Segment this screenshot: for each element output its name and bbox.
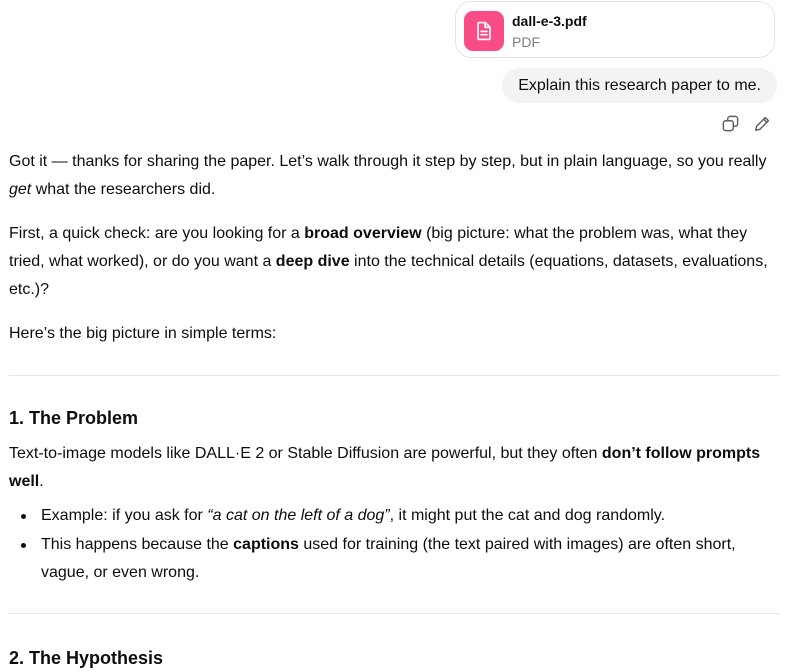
quick-check-paragraph: First, a quick check: are you looking fo… — [9, 225, 768, 298]
section-divider — [9, 375, 779, 376]
bold-broad-overview: broad overview — [304, 225, 422, 242]
list-item: This happens because the captions used f… — [21, 531, 779, 587]
problem-paragraph: Text-to-image models like DALL·E 2 or St… — [9, 445, 761, 490]
attachment-card[interactable]: dall-e-3.pdf PDF — [455, 1, 775, 58]
user-message-bubble: Explain this research paper to me. — [502, 68, 777, 103]
list-item: Example: if you ask for “a cat on the le… — [21, 502, 779, 530]
copy-icon[interactable] — [720, 113, 740, 133]
big-picture-paragraph: Here’s the big picture in simple terms: — [9, 325, 277, 342]
problem-bullet-list: Example: if you ask for “a cat on the le… — [9, 502, 779, 587]
message-actions — [720, 113, 772, 133]
section-heading-problem: 1. The Problem — [9, 408, 139, 428]
bullet-dot — [21, 514, 26, 519]
attachment-file-type: PDF — [512, 34, 540, 50]
emphasis-example-prompt: “a cat on the left of a dog” — [207, 507, 390, 524]
attachment-file-name: dall-e-3.pdf — [512, 13, 587, 29]
intro-paragraph: Got it — thanks for sharing the paper. L… — [9, 153, 767, 198]
bold-deep-dive: deep dive — [275, 253, 350, 270]
bold-captions: captions — [233, 536, 299, 553]
assistant-response: Got it — thanks for sharing the paper. L… — [9, 148, 779, 672]
emphasis-get: get — [9, 181, 32, 198]
pencil-icon[interactable] — [752, 113, 772, 133]
section-heading-hypothesis: 2. The Hypothesis — [9, 648, 164, 668]
bullet-dot — [21, 543, 26, 548]
section-divider — [9, 613, 779, 614]
document-icon — [464, 11, 504, 51]
